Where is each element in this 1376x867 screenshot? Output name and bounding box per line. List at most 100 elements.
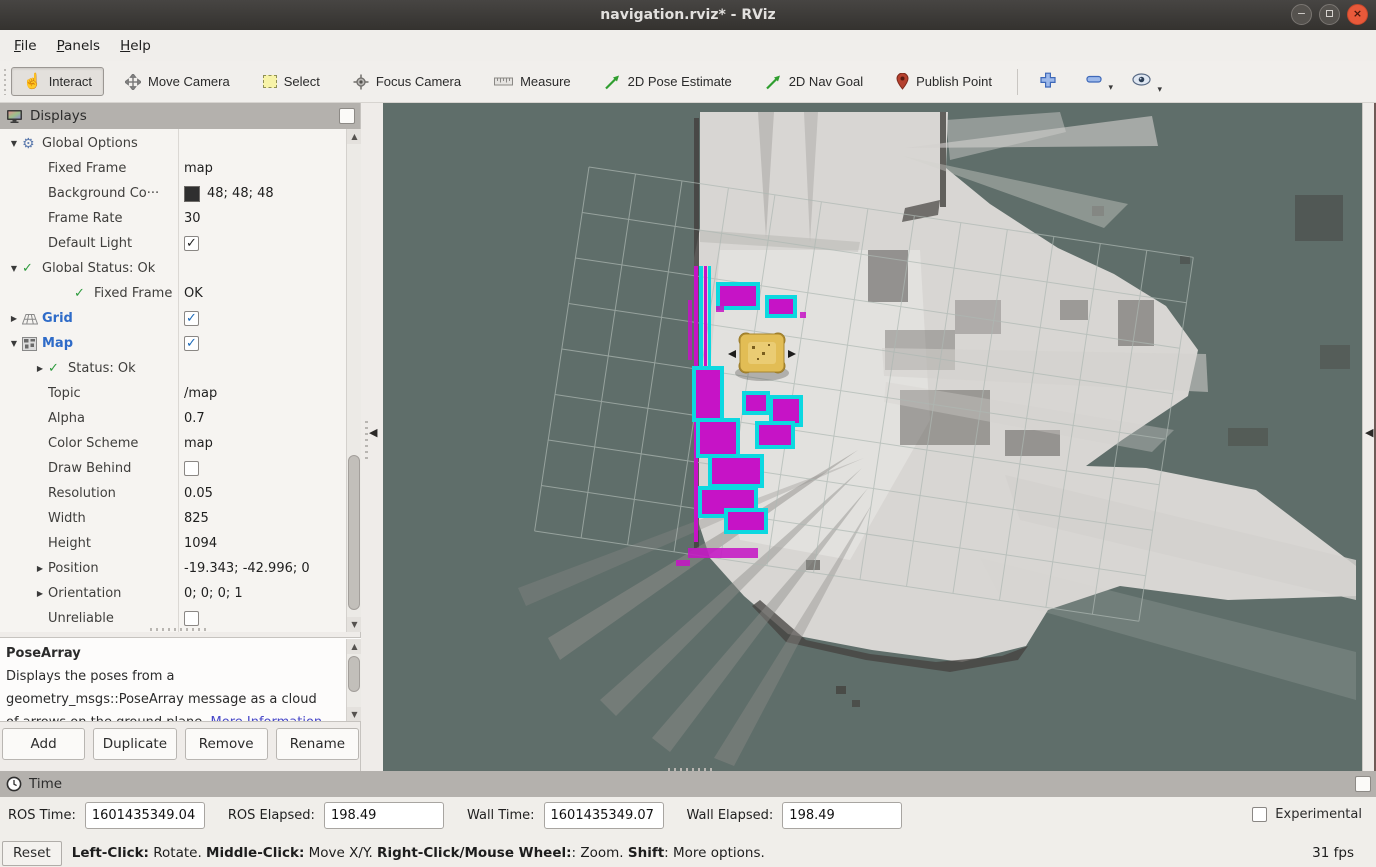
wall-elapsed-input[interactable] bbox=[782, 802, 902, 829]
caret-down-icon[interactable]: ▾ bbox=[1157, 84, 1162, 95]
3d-viewport[interactable] bbox=[383, 103, 1362, 771]
display-row-position[interactable]: ▶Position-19.343; -42.996; 0 bbox=[0, 556, 346, 581]
tool-properties-button[interactable]: ▾ bbox=[1122, 69, 1161, 94]
reset-button[interactable]: Reset bbox=[2, 841, 62, 866]
property-value[interactable]: 48; 48; 48 bbox=[184, 181, 274, 206]
property-value[interactable]: /map bbox=[184, 381, 217, 406]
display-row-fixed-frame[interactable]: ✓Fixed FrameOK bbox=[0, 281, 346, 306]
display-row-global-options[interactable]: ▼⚙Global Options bbox=[0, 131, 346, 156]
property-value[interactable]: 0.05 bbox=[184, 481, 213, 506]
maximize-button[interactable] bbox=[1319, 4, 1340, 25]
right-panel-splitter[interactable]: ◀ bbox=[1362, 103, 1376, 771]
property-value[interactable]: OK bbox=[184, 281, 203, 306]
property-value[interactable] bbox=[184, 456, 199, 481]
desc-scrollbar-thumb[interactable] bbox=[348, 656, 360, 692]
menu-panels[interactable]: Panels bbox=[47, 33, 110, 59]
wall-time-input[interactable] bbox=[544, 802, 664, 829]
nav-arrow-icon bbox=[765, 74, 782, 90]
display-row-color-scheme[interactable]: Color Schememap bbox=[0, 431, 346, 456]
panel-splitter[interactable]: ◀ bbox=[361, 103, 383, 771]
checkbox-checked[interactable]: ✓ bbox=[184, 236, 199, 251]
property-value[interactable]: ✓ bbox=[184, 231, 199, 256]
checkbox-unchecked[interactable] bbox=[184, 461, 199, 476]
tool-select[interactable]: Select bbox=[251, 67, 332, 96]
ros-elapsed-input[interactable] bbox=[324, 802, 444, 829]
property-value[interactable]: map bbox=[184, 431, 213, 456]
time-float-button[interactable] bbox=[1355, 776, 1371, 792]
add-tool-button[interactable] bbox=[1030, 68, 1066, 96]
collapse-right-icon[interactable]: ◀ bbox=[1365, 426, 1373, 439]
caret-down-icon[interactable]: ▾ bbox=[1108, 82, 1113, 93]
property-value[interactable]: 0.7 bbox=[184, 406, 205, 431]
display-row-grid[interactable]: ▶Grid✓ bbox=[0, 306, 346, 331]
expander-down-icon[interactable]: ▼ bbox=[6, 264, 22, 273]
tool-focus-camera[interactable]: Focus Camera bbox=[341, 67, 473, 97]
expander-down-icon[interactable]: ▼ bbox=[6, 339, 22, 348]
scroll-up-icon[interactable]: ▲ bbox=[347, 129, 361, 144]
tool-measure[interactable]: Measure bbox=[482, 67, 583, 96]
time-panel-header[interactable]: Time bbox=[0, 771, 1376, 797]
minimize-button[interactable]: − bbox=[1291, 4, 1312, 25]
checkbox-checked[interactable]: ✓ bbox=[184, 336, 199, 351]
tool-move-camera[interactable]: Move Camera bbox=[113, 67, 242, 97]
display-row-fixed-frame[interactable]: Fixed Framemap bbox=[0, 156, 346, 181]
display-row-alpha[interactable]: Alpha0.7 bbox=[0, 406, 346, 431]
displays-float-button[interactable] bbox=[339, 108, 355, 124]
property-value[interactable]: map bbox=[184, 156, 213, 181]
display-row-orientation[interactable]: ▶Orientation0; 0; 0; 1 bbox=[0, 581, 346, 606]
checkbox-unchecked[interactable] bbox=[184, 611, 199, 626]
expander-right-icon[interactable]: ▶ bbox=[6, 314, 22, 323]
property-value[interactable]: 0; 0; 0; 1 bbox=[184, 581, 243, 606]
description-scrollbar[interactable]: ▲ ▼ bbox=[346, 639, 361, 722]
display-row-frame-rate[interactable]: Frame Rate30 bbox=[0, 206, 346, 231]
display-row-draw-behind[interactable]: Draw Behind bbox=[0, 456, 346, 481]
splitter-handle[interactable] bbox=[365, 421, 368, 461]
menu-help[interactable]: Help bbox=[110, 33, 161, 59]
tool-publish-point[interactable]: Publish Point bbox=[884, 66, 1004, 97]
expander-down-icon[interactable]: ▼ bbox=[6, 139, 22, 148]
checkbox-checked[interactable]: ✓ bbox=[184, 311, 199, 326]
display-row-default-light[interactable]: Default Light✓ bbox=[0, 231, 346, 256]
expander-right-icon[interactable]: ▶ bbox=[32, 589, 48, 598]
display-row-width[interactable]: Width825 bbox=[0, 506, 346, 531]
display-row-height[interactable]: Height1094 bbox=[0, 531, 346, 556]
tree-scrollbar[interactable]: ▲ ▼ bbox=[346, 129, 361, 632]
close-button[interactable]: × bbox=[1347, 4, 1368, 25]
property-value[interactable]: ✓ bbox=[184, 331, 199, 356]
display-row-global-status-ok[interactable]: ▼✓Global Status: Ok bbox=[0, 256, 346, 281]
tree-desc-splitter[interactable] bbox=[150, 628, 206, 631]
ros-time-input[interactable] bbox=[85, 802, 205, 829]
tree-scrollbar-thumb[interactable] bbox=[348, 455, 360, 610]
more-information-link[interactable]: More Information. bbox=[211, 715, 327, 722]
rename-button[interactable]: Rename bbox=[276, 728, 359, 760]
remove-button[interactable]: Remove bbox=[185, 728, 268, 760]
display-row-background-co[interactable]: Background Co···48; 48; 48 bbox=[0, 181, 346, 206]
duplicate-button[interactable]: Duplicate bbox=[93, 728, 176, 760]
displays-panel-header[interactable]: Displays bbox=[0, 103, 360, 129]
property-value[interactable]: 30 bbox=[184, 206, 201, 231]
property-value[interactable]: -19.343; -42.996; 0 bbox=[184, 556, 310, 581]
scroll-down-icon[interactable]: ▼ bbox=[347, 617, 361, 632]
desc-scroll-down-icon[interactable]: ▼ bbox=[347, 707, 361, 722]
property-value[interactable]: ✓ bbox=[184, 306, 199, 331]
display-row-status-ok[interactable]: ▶✓Status: Ok bbox=[0, 356, 346, 381]
title-bar[interactable]: navigation.rviz* - RViz − × bbox=[0, 0, 1376, 30]
remove-tool-button[interactable]: ▾ bbox=[1076, 71, 1112, 92]
tool-2d-pose-estimate[interactable]: 2D Pose Estimate bbox=[592, 67, 744, 97]
property-value[interactable]: 825 bbox=[184, 506, 209, 531]
tool-interact[interactable]: ☝Interact bbox=[11, 67, 104, 96]
menu-file[interactable]: File bbox=[4, 33, 47, 59]
property-value[interactable]: 1094 bbox=[184, 531, 217, 556]
add-button[interactable]: Add bbox=[2, 728, 85, 760]
experimental-checkbox[interactable] bbox=[1252, 807, 1267, 822]
display-row-resolution[interactable]: Resolution0.05 bbox=[0, 481, 346, 506]
display-row-topic[interactable]: Topic/map bbox=[0, 381, 346, 406]
collapse-left-icon[interactable]: ◀ bbox=[369, 426, 377, 439]
expander-right-icon[interactable]: ▶ bbox=[32, 564, 48, 573]
display-row-map[interactable]: ▼Map✓ bbox=[0, 331, 346, 356]
desc-scroll-up-icon[interactable]: ▲ bbox=[347, 639, 361, 654]
toolbar-drag-handle[interactable] bbox=[2, 67, 8, 97]
expander-right-icon[interactable]: ▶ bbox=[32, 364, 48, 373]
color-swatch[interactable] bbox=[184, 186, 200, 202]
tool-2d-nav-goal[interactable]: 2D Nav Goal bbox=[753, 67, 875, 97]
